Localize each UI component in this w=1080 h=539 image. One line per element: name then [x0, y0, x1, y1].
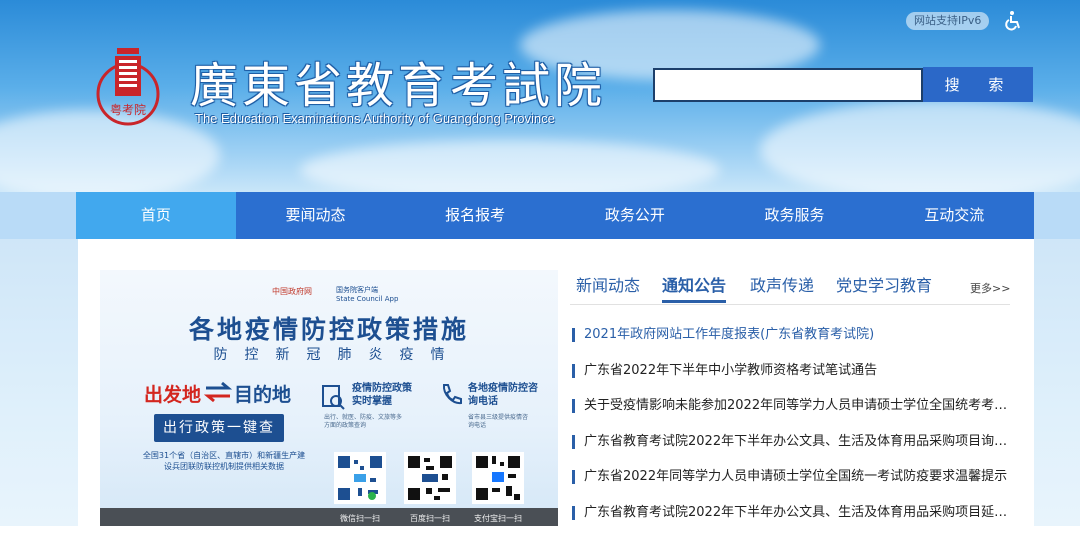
feature2-desc: 省市县三级提供疫情咨询电话: [468, 414, 528, 430]
site-title: 廣東省教育考試院: [190, 46, 606, 116]
phone-icon: [438, 382, 464, 408]
main-nav: 首页 要闻动态 报名报考 政务公开 政务服务 互动交流: [0, 192, 1080, 239]
list-item[interactable]: 广东省2022年同等学力人员申请硕士学位全国统一考试防疫要求温馨提示: [572, 468, 1012, 504]
bullet-bar: [572, 506, 575, 520]
nav-item-government-services[interactable]: 政务服务: [715, 192, 875, 239]
epidemic-policy-banner[interactable]: 中国政府网 国务院客户端 State Council App 各地疫情防控政策措…: [100, 270, 558, 526]
alipay-qr-code: [472, 452, 524, 504]
nav-item-home[interactable]: 首页: [76, 192, 236, 239]
list-item[interactable]: 广东省教育考试院2022年下半年办公文具、生活及体育用品采购项目询价...: [572, 433, 1012, 469]
gov-logo-text: 中国政府网: [272, 286, 312, 297]
nav-item-news[interactable]: 要闻动态: [236, 192, 396, 239]
notice-link[interactable]: 关于受疫情影响未能参加2022年同等学力人员申请硕士学位全国统考考生...: [584, 397, 1014, 415]
search-input[interactable]: [653, 68, 923, 102]
feature1-title: 疫情防控政策实时掌握: [352, 382, 412, 408]
bullet-bar: [572, 328, 575, 342]
nav-item-registration[interactable]: 报名报考: [395, 192, 555, 239]
nav-item-government-affairs[interactable]: 政务公开: [555, 192, 715, 239]
policy-query-button[interactable]: 出行政策一键查: [154, 414, 284, 442]
news-tabs: 新闻动态 通知公告 政声传递 党史学习教育: [570, 270, 1010, 305]
tab-news[interactable]: 新闻动态: [576, 272, 640, 296]
banner-note: 全国31个省（自治区、直辖市）和新疆生产建设兵团联防联控机制提供相关数据: [140, 450, 308, 472]
tab-party-history[interactable]: 党史学习教育: [836, 272, 932, 296]
qr-label-baidu: 百度扫一扫: [400, 513, 460, 524]
wechat-qr-code: [334, 452, 386, 504]
seal-text: 粤考院: [110, 102, 146, 117]
list-item[interactable]: 广东省2022年下半年中小学教师资格考试笔试通告: [572, 362, 1012, 398]
site-header: 粤考院 廣東省教育考試院 The Education Examinations …: [0, 0, 1080, 192]
origin-label: 出发地: [144, 380, 201, 407]
document-search-icon: [320, 384, 346, 410]
list-item[interactable]: 广东省教育考试院2022年下半年办公文具、生活及体育用品采购项目延期...: [572, 504, 1012, 539]
qr-label-alipay: 支付宝扫一扫: [468, 513, 528, 524]
list-item[interactable]: 关于受疫情影响未能参加2022年同等学力人员申请硕士学位全国统考考生...: [572, 397, 1012, 433]
more-link[interactable]: 更多>>: [970, 280, 1010, 296]
bullet-bar: [572, 470, 575, 484]
destination-label: 目的地: [234, 380, 291, 407]
tab-policy-voice[interactable]: 政声传递: [750, 272, 814, 296]
accessibility-icon[interactable]: [1003, 10, 1025, 32]
qr-label-wechat: 微信扫一扫: [330, 513, 390, 524]
list-item[interactable]: 2021年政府网站工作年度报表(广东省教育考试院): [572, 326, 1012, 362]
notice-list: 2021年政府网站工作年度报表(广东省教育考试院) 广东省2022年下半年中小学…: [572, 326, 1012, 539]
notice-link[interactable]: 广东省2022年同等学力人员申请硕士学位全国统一考试防疫要求温馨提示: [584, 468, 1014, 486]
bullet-bar: [572, 364, 575, 378]
bullet-bar: [572, 399, 575, 413]
site-subtitle: The Education Examinations Authority of …: [195, 111, 555, 126]
feature1-desc: 出行、就医、防疫、文旅等多方面的政策查询: [324, 414, 404, 430]
feature2-title: 各地疫情防控咨询电话: [468, 382, 538, 408]
cloud-decoration: [300, 140, 720, 192]
banner-title: 各地疫情防控政策措施: [100, 310, 558, 346]
app-logo-text: 国务院客户端: [336, 286, 398, 295]
swap-arrows-icon: [204, 380, 232, 404]
notice-link[interactable]: 广东省2022年下半年中小学教师资格考试笔试通告: [584, 362, 1014, 380]
notice-link[interactable]: 广东省教育考试院2022年下半年办公文具、生活及体育用品采购项目延期...: [584, 504, 1014, 522]
baidu-qr-code: [404, 452, 456, 504]
cloud-decoration: [760, 100, 1080, 192]
tab-notices[interactable]: 通知公告: [662, 272, 726, 303]
logo-seal-icon[interactable]: 粤考院: [95, 44, 161, 136]
notice-link[interactable]: 2021年政府网站工作年度报表(广东省教育考试院): [584, 326, 1014, 344]
ipv6-badge: 网站支持IPv6: [906, 12, 989, 30]
banner-subtitle: 防控新冠肺炎疫情: [100, 344, 558, 364]
bullet-bar: [572, 435, 575, 449]
nav-item-interaction[interactable]: 互动交流: [874, 192, 1034, 239]
search-button[interactable]: 搜 索: [923, 67, 1033, 102]
app-logo-en: State Council App: [336, 295, 398, 304]
app-logo: 国务院客户端 State Council App: [336, 286, 398, 304]
notice-link[interactable]: 广东省教育考试院2022年下半年办公文具、生活及体育用品采购项目询价...: [584, 433, 1014, 451]
